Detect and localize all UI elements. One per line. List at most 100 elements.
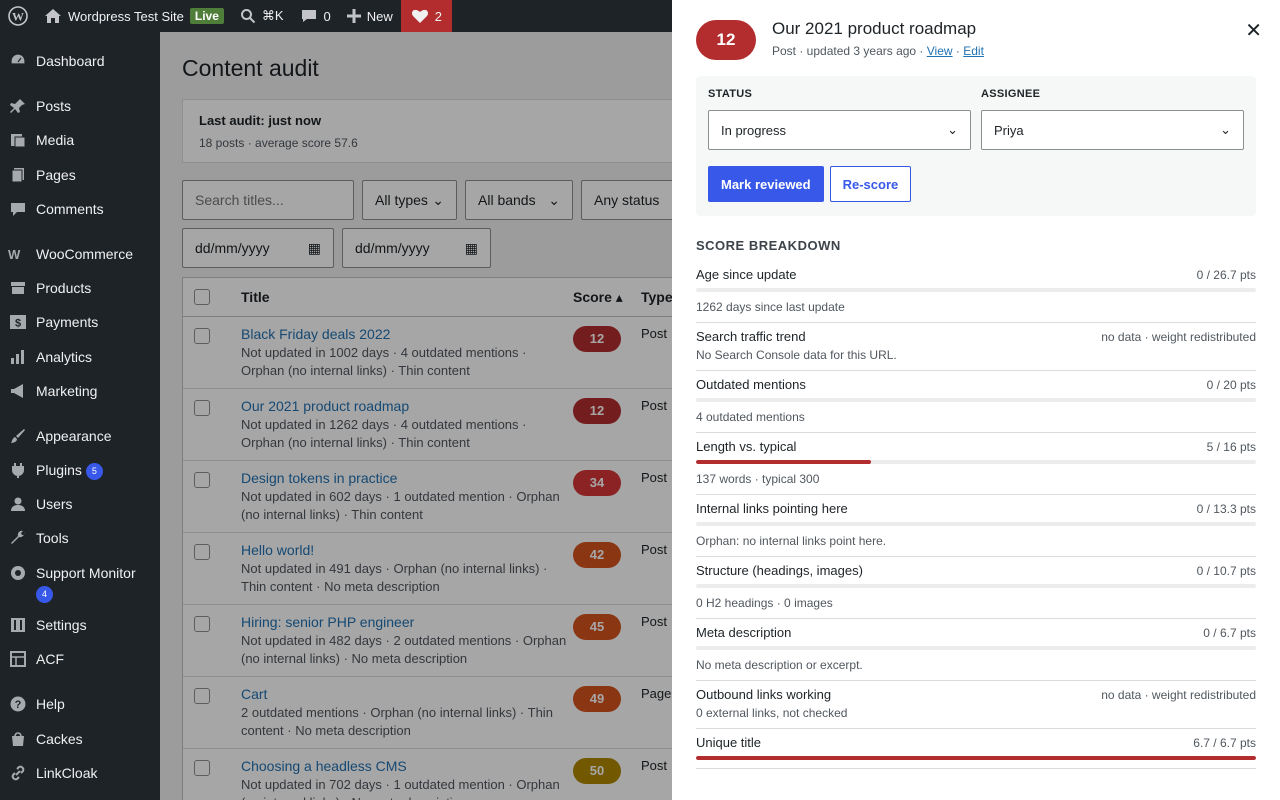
sidebar-item-label: Support Monitor [36, 565, 136, 581]
sidebar-item-marketing[interactable]: Marketing [0, 381, 105, 401]
comments-link[interactable]: 0 [292, 0, 339, 32]
sliders-icon [8, 615, 28, 635]
sidebar-item-analytics[interactable]: Analytics [0, 347, 100, 367]
sidebar-item-label: Products [36, 280, 92, 296]
close-icon[interactable]: ✕ [1245, 18, 1262, 43]
view-link[interactable]: View [927, 44, 953, 58]
breakdown-name: Age since update [696, 267, 797, 282]
sidebar-item-support-monitor[interactable]: Support Monitor 4 [0, 563, 144, 603]
status-select[interactable]: In progress ⌄ [708, 110, 971, 150]
mark-reviewed-button[interactable]: Mark reviewed [708, 166, 824, 202]
breakdown-bar [696, 460, 1256, 464]
dollar-icon: $ [8, 312, 28, 332]
sidebar-item-users[interactable]: Users [0, 494, 81, 514]
sidebar-item-label: LinkCloak [36, 765, 98, 781]
breakdown-points: 5 / 16 pts [1206, 440, 1256, 454]
breakdown-bar [696, 398, 1256, 402]
site-name: Wordpress Test Site [68, 8, 184, 24]
dashboard-icon [8, 51, 28, 71]
breakdown-name: Length vs. typical [696, 439, 797, 454]
wordpress-logo-icon[interactable]: W [0, 0, 36, 32]
breakdown-bar-fill [696, 756, 1256, 760]
meta-separator: · [952, 44, 964, 58]
sidebar-item-label: Comments [36, 201, 104, 217]
breakdown-points: 0 / 20 pts [1206, 378, 1256, 392]
sidebar-item-help[interactable]: ? Help [0, 694, 73, 714]
sidebar-item-label: WooCommerce [36, 246, 133, 262]
sidebar-item-label: Plugins [36, 462, 82, 478]
update-count-badge: 4 [36, 585, 53, 603]
sidebar-item-settings[interactable]: Settings [0, 615, 95, 635]
breakdown-bar [696, 646, 1256, 650]
breakdown-note: 4 outdated mentions [696, 410, 805, 424]
lifebuoy-icon [8, 563, 28, 583]
help-icon: ? [8, 694, 28, 714]
woo-icon: W [8, 244, 28, 264]
breakdown-points: 0 / 6.7 pts [1203, 626, 1256, 640]
breakdown-item: Meta description 0 / 6.7 pts No meta descr… [696, 619, 1256, 681]
modal-backdrop[interactable] [160, 32, 672, 800]
breakdown-note: 1262 days since last update [696, 300, 845, 314]
breakdown-points: 0 / 26.7 pts [1196, 268, 1256, 282]
svg-text:?: ? [15, 699, 22, 711]
sidebar-item-products[interactable]: Products [0, 278, 99, 298]
breakdown-name: Outdated mentions [696, 377, 806, 392]
site-name-link[interactable]: Wordpress Test Site Live [36, 0, 232, 32]
edit-link[interactable]: Edit [963, 44, 984, 58]
media-icon [8, 130, 28, 150]
breakdown-note: No meta description or excerpt. [696, 658, 863, 672]
breakdown-name: Internal links pointing here [696, 501, 848, 516]
sidebar-item-appearance[interactable]: Appearance [0, 426, 120, 446]
sidebar-item-label: Media [36, 132, 75, 148]
sidebar-item-cackes[interactable]: Cackes [0, 729, 91, 749]
panel-meta: Post · updated 3 years ago · View · Edit [772, 44, 984, 58]
sidebar-item-plugins[interactable]: Plugins 5 [0, 460, 111, 480]
breakdown-bar [696, 288, 1256, 292]
sidebar-item-dashboard[interactable]: Dashboard [0, 51, 113, 71]
sidebar-item-woocommerce[interactable]: W WooCommerce [0, 244, 141, 264]
admin-sidebar: Dashboard Posts Media Pages Comments W WooComm… [0, 32, 160, 800]
breakdown-note: 0 H2 headings · 0 images [696, 596, 833, 610]
score-breakdown-list: Age since update 0 / 26.7 pts 1262 days si… [696, 261, 1256, 769]
new-content-button[interactable]: New [339, 0, 401, 32]
sidebar-item-tools[interactable]: Tools [0, 528, 77, 548]
status-value: In progress [721, 122, 787, 138]
sidebar-item-media[interactable]: Media [0, 130, 82, 150]
sidebar-item-acf[interactable]: ACF [0, 649, 72, 669]
breakdown-item: Structure (headings, images) 0 / 10.7 pts… [696, 557, 1256, 619]
assignee-value: Priya [994, 122, 1024, 138]
breakdown-name: Search traffic trend [696, 329, 806, 344]
pages-icon [8, 165, 28, 185]
breakdown-name: Outbound links working [696, 687, 832, 702]
link-icon [8, 763, 28, 783]
heart-count: 2 [434, 8, 443, 24]
assignee-select[interactable]: Priya ⌄ [981, 110, 1244, 150]
breakdown-item: Length vs. typical 5 / 16 pts 137 words · … [696, 433, 1256, 495]
sidebar-item-posts[interactable]: Posts [0, 96, 79, 116]
chevron-down-icon: ⌄ [947, 122, 958, 137]
breakdown-note: No Search Console data for this URL. [696, 348, 897, 362]
plus-icon [346, 9, 361, 23]
score-breakdown-heading: SCORE BREAKDOWN [696, 238, 841, 253]
sidebar-item-pages[interactable]: Pages [0, 165, 84, 185]
command-palette-button[interactable]: ⌘K [232, 0, 292, 32]
sidebar-item-label: Payments [36, 314, 99, 330]
shortcut-label: ⌘K [261, 8, 284, 23]
sidebar-item-payments[interactable]: $ Payments [0, 312, 106, 332]
breakdown-note: 0 external links, not checked [696, 706, 848, 720]
sidebar-item-comments[interactable]: Comments [0, 199, 112, 219]
comment-icon [300, 8, 318, 24]
breakdown-points: 0 / 10.7 pts [1196, 564, 1256, 578]
sidebar-item-label: Dashboard [36, 53, 105, 69]
heart-notifications-button[interactable]: 2 [400, 0, 453, 32]
breakdown-note: 137 words · typical 300 [696, 472, 820, 486]
sidebar-item-linkcloak[interactable]: LinkCloak [0, 763, 105, 783]
svg-text:$: $ [15, 318, 21, 330]
status-card: STATUS In progress ⌄ ASSIGNEE Priya ⌄ Mark… [696, 76, 1256, 216]
rescore-button[interactable]: Re-score [829, 166, 912, 202]
sidebar-item-label: ACF [36, 651, 64, 667]
wrench-icon [8, 528, 28, 548]
breakdown-item: Outbound links working no data · weight r… [696, 681, 1256, 729]
svg-text:W: W [12, 10, 24, 24]
breakdown-bar [696, 522, 1256, 526]
